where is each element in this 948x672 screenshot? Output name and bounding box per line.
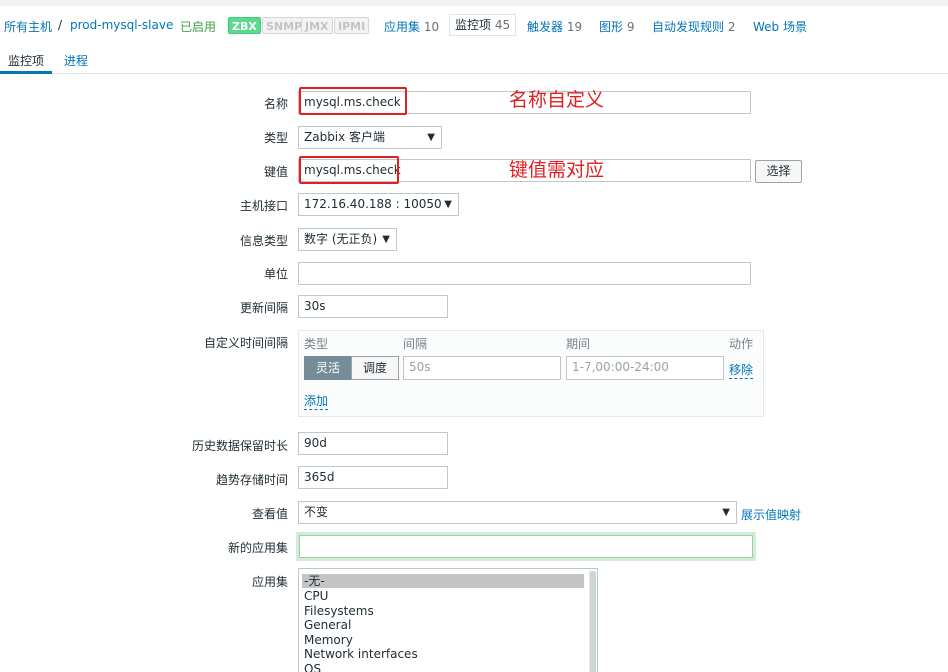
applications-listbox[interactable]: -无- CPU Filesystems General Memory Netwo… bbox=[298, 568, 598, 672]
history-label: 历史数据保留时长 bbox=[191, 439, 288, 453]
tab-discovery-rules[interactable]: 自动发现规则 2 bbox=[652, 18, 735, 35]
new-application-input[interactable] bbox=[296, 532, 756, 561]
application-option-none[interactable]: -无- bbox=[302, 574, 584, 588]
units-input[interactable] bbox=[298, 262, 751, 285]
applications-label: 应用集 bbox=[251, 575, 288, 589]
custom-col-interval: 间隔 bbox=[403, 337, 428, 351]
dropdown-arrow-icon: ▼ bbox=[722, 507, 730, 518]
active-tab-indicator bbox=[0, 71, 52, 74]
value-map-select[interactable]: 不变 ▼ bbox=[298, 501, 737, 524]
application-option[interactable]: Network interfaces bbox=[304, 647, 418, 661]
application-option[interactable]: Memory bbox=[304, 633, 353, 647]
name-annotation-text: 名称自定义 bbox=[509, 89, 605, 111]
dropdown-arrow-icon: ▼ bbox=[444, 199, 452, 210]
type-select[interactable]: Zabbix 客户端 ▼ bbox=[298, 126, 442, 149]
availability-jmx: JMX bbox=[301, 17, 333, 34]
application-option[interactable]: Filesystems bbox=[304, 604, 374, 618]
info-type-select[interactable]: 数字 (无正负) ▼ bbox=[298, 228, 397, 251]
host-navigation: 所有主机 / prod-mysql-slave 已启用 ZBX SNMP JMX… bbox=[0, 6, 948, 44]
flexible-toggle[interactable]: 灵活 bbox=[304, 356, 352, 380]
value-map-label: 查看值 bbox=[251, 507, 288, 521]
update-interval-input[interactable]: 30s bbox=[298, 295, 448, 318]
application-option[interactable]: CPU bbox=[304, 589, 328, 603]
trends-input[interactable]: 365d bbox=[298, 466, 448, 489]
breadcrumb-host[interactable]: prod-mysql-slave bbox=[70, 18, 173, 32]
subtab-preprocessing[interactable]: 进程 bbox=[64, 52, 88, 69]
subtab-item[interactable]: 监控项 bbox=[8, 52, 44, 69]
name-label: 名称 bbox=[263, 97, 288, 111]
custom-col-type: 类型 bbox=[304, 337, 329, 351]
custom-period-input[interactable]: 1-7,00:00-24:00 bbox=[566, 356, 724, 380]
units-label: 单位 bbox=[263, 267, 288, 281]
trends-label: 趋势存储时间 bbox=[215, 473, 288, 487]
availability-snmp: SNMP bbox=[262, 17, 307, 34]
custom-intervals-label: 自定义时间间隔 bbox=[203, 336, 288, 350]
key-annotation-box bbox=[299, 156, 399, 184]
new-application-label: 新的应用集 bbox=[227, 541, 288, 555]
availability-ipmi: IPMI bbox=[334, 17, 370, 34]
custom-remove-link[interactable]: 移除 bbox=[729, 361, 754, 379]
scheduling-toggle[interactable]: 调度 bbox=[351, 356, 399, 380]
dropdown-arrow-icon: ▼ bbox=[427, 132, 435, 143]
availability-zbx: ZBX bbox=[228, 17, 261, 34]
key-annotation-text: 键值需对应 bbox=[509, 159, 605, 181]
breadcrumb-separator: / bbox=[58, 18, 63, 32]
custom-add-link[interactable]: 添加 bbox=[304, 392, 329, 410]
interface-label: 主机接口 bbox=[239, 199, 288, 213]
tab-items[interactable]: 监控项 45 bbox=[449, 14, 517, 36]
listbox-scrollbar[interactable] bbox=[589, 569, 597, 672]
type-label: 类型 bbox=[263, 131, 288, 145]
dropdown-arrow-icon: ▼ bbox=[382, 234, 390, 245]
application-option[interactable]: General bbox=[304, 618, 351, 632]
key-select-button[interactable]: 选择 bbox=[755, 160, 802, 183]
info-type-label: 信息类型 bbox=[239, 234, 288, 248]
history-input[interactable]: 90d bbox=[298, 432, 448, 455]
breadcrumb-all-hosts[interactable]: 所有主机 bbox=[4, 18, 52, 35]
listbox-scroll-thumb[interactable] bbox=[590, 571, 596, 672]
tab-web-scenarios[interactable]: Web 场景 bbox=[753, 18, 807, 35]
tab-applications[interactable]: 应用集 10 bbox=[384, 18, 439, 35]
name-annotation-box bbox=[299, 87, 407, 115]
new-application-input-field[interactable] bbox=[299, 535, 753, 558]
show-value-mappings-link[interactable]: 展示值映射 bbox=[741, 506, 801, 523]
application-option[interactable]: OS bbox=[304, 662, 321, 672]
custom-interval-input[interactable]: 50s bbox=[403, 356, 561, 380]
key-label: 键值 bbox=[263, 165, 288, 179]
custom-col-period: 期间 bbox=[566, 337, 591, 351]
host-status-enabled[interactable]: 已启用 bbox=[180, 18, 216, 35]
interface-select[interactable]: 172.16.40.188 : 10050 ▼ bbox=[298, 193, 459, 216]
tab-triggers[interactable]: 触发器 19 bbox=[527, 18, 582, 35]
custom-col-action: 动作 bbox=[729, 337, 754, 351]
tab-graphs[interactable]: 图形 9 bbox=[599, 18, 634, 35]
update-interval-label: 更新间隔 bbox=[239, 301, 288, 315]
form-tabs: 监控项 进程 bbox=[0, 44, 948, 74]
